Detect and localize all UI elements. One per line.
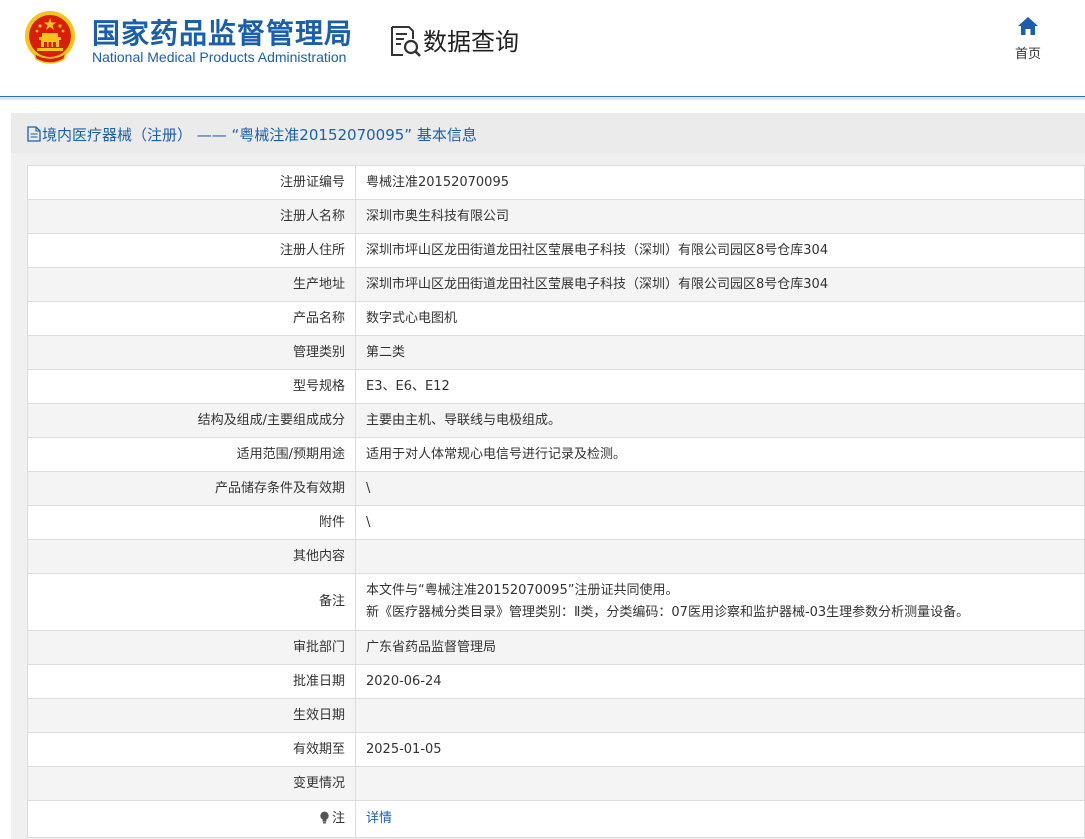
row-label: 附件 [27,505,356,540]
notes-label-cell: 注 [27,800,356,838]
row-value: \ [355,471,1085,506]
row-value: 详情 [355,800,1085,838]
table-row: 变更情况 [27,766,1085,801]
table-row: 有效期至 2025-01-05 [27,732,1085,767]
row-label: 注册证编号 [27,165,356,200]
row-value: 深圳市坪山区龙田街道龙田社区莹展电子科技（深圳）有限公司园区8号仓库304 [355,267,1085,302]
table-row: 其他内容 [27,539,1085,574]
org-name-en: National Medical Products Administration [92,49,347,65]
header-divider [0,96,1085,100]
row-label: 审批部门 [27,630,356,665]
table-row: 管理类别 第二类 [27,335,1085,370]
document-icon [27,126,41,142]
table-row: 批准日期 2020-06-24 [27,664,1085,699]
row-label: 批准日期 [27,664,356,699]
row-value: E3、E6、E12 [355,369,1085,404]
row-label: 管理类别 [27,335,356,370]
row-value: 深圳市奥生科技有限公司 [355,199,1085,234]
lightbulb-icon [320,811,329,824]
row-label: 产品储存条件及有效期 [27,471,356,506]
table-row: 附件 \ [27,505,1085,540]
row-value: 2025-01-05 [355,732,1085,767]
query-title: 数据查询 [423,28,519,56]
row-value [355,766,1085,801]
org-name-cn: 国家药品监督管理局 [92,17,354,50]
row-value: 本文件与“粤械注准20152070095”注册证共同使用。 新《医疗器械分类目录… [355,573,1085,631]
row-label: 生产地址 [27,267,356,302]
row-label: 其他内容 [27,539,356,574]
row-value: 数字式心电图机 [355,301,1085,336]
row-label: 有效期至 [27,732,356,767]
table-row: 产品名称 数字式心电图机 [27,301,1085,336]
row-value [355,698,1085,733]
row-label: 变更情况 [27,766,356,801]
row-label: 注册人名称 [27,199,356,234]
national-emblem-icon [25,11,75,64]
row-label: 产品名称 [27,301,356,336]
table-row: 备注 本文件与“粤械注准20152070095”注册证共同使用。 新《医疗器械分… [27,573,1085,631]
row-label: 注册人住所 [27,233,356,268]
info-table: 注册证编号 粤械注准20152070095 注册人名称 深圳市奥生科技有限公司 … [27,165,1085,838]
row-value: 第二类 [355,335,1085,370]
table-row: 结构及组成/主要组成成分 主要由主机、导联线与电极组成。 [27,403,1085,438]
table-row: 适用范围/预期用途 适用于对人体常规心电信号进行记录及检测。 [27,437,1085,472]
notes-label: 注 [331,811,345,826]
table-row: 产品储存条件及有效期 \ [27,471,1085,506]
panel-title-bar: 境内医疗器械（注册） —— “粤械注准20152070095” 基本信息 [11,113,1085,153]
table-row: 审批部门 广东省药品监督管理局 [27,630,1085,665]
row-value: 粤械注准20152070095 [355,165,1085,200]
document-search-icon [391,26,421,57]
home-button[interactable]: 首页 [1008,16,1048,62]
row-value: 主要由主机、导联线与电极组成。 [355,403,1085,438]
row-label: 生效日期 [27,698,356,733]
row-value: 适用于对人体常规心电信号进行记录及检测。 [355,437,1085,472]
row-value: 深圳市坪山区龙田街道龙田社区莹展电子科技（深圳）有限公司园区8号仓库304 [355,233,1085,268]
details-link[interactable]: 详情 [366,811,392,826]
remark-line-1: 本文件与“粤械注准20152070095”注册证共同使用。 [366,583,679,598]
row-label: 适用范围/预期用途 [27,437,356,472]
table-row: 注 详情 [27,800,1085,838]
table-row: 生产地址 深圳市坪山区龙田街道龙田社区莹展电子科技（深圳）有限公司园区8号仓库3… [27,267,1085,302]
table-row: 注册人名称 深圳市奥生科技有限公司 [27,199,1085,234]
row-label: 备注 [27,573,356,631]
table-row: 型号规格 E3、E6、E12 [27,369,1085,404]
site-header: 国家药品监督管理局 National Medical Products Admi… [0,0,1085,96]
row-value: 2020-06-24 [355,664,1085,699]
home-icon [1018,17,1038,35]
row-value [355,539,1085,574]
home-label: 首页 [1014,47,1041,62]
row-label: 结构及组成/主要组成成分 [27,403,356,438]
row-value: 广东省药品监督管理局 [355,630,1085,665]
row-label: 型号规格 [27,369,356,404]
info-panel: 境内医疗器械（注册） —— “粤械注准20152070095” 基本信息 注册证… [11,113,1085,839]
page-title: 境内医疗器械（注册） —— “粤械注准20152070095” 基本信息 [42,126,477,144]
table-row: 生效日期 [27,698,1085,733]
table-row: 注册人住所 深圳市坪山区龙田街道龙田社区莹展电子科技（深圳）有限公司园区8号仓库… [27,233,1085,268]
remark-line-2: 新《医疗器械分类目录》管理类别：Ⅱ类，分类编码：07医用诊察和监护器械-03生理… [366,605,970,620]
row-value: \ [355,505,1085,540]
table-row: 注册证编号 粤械注准20152070095 [27,165,1085,200]
